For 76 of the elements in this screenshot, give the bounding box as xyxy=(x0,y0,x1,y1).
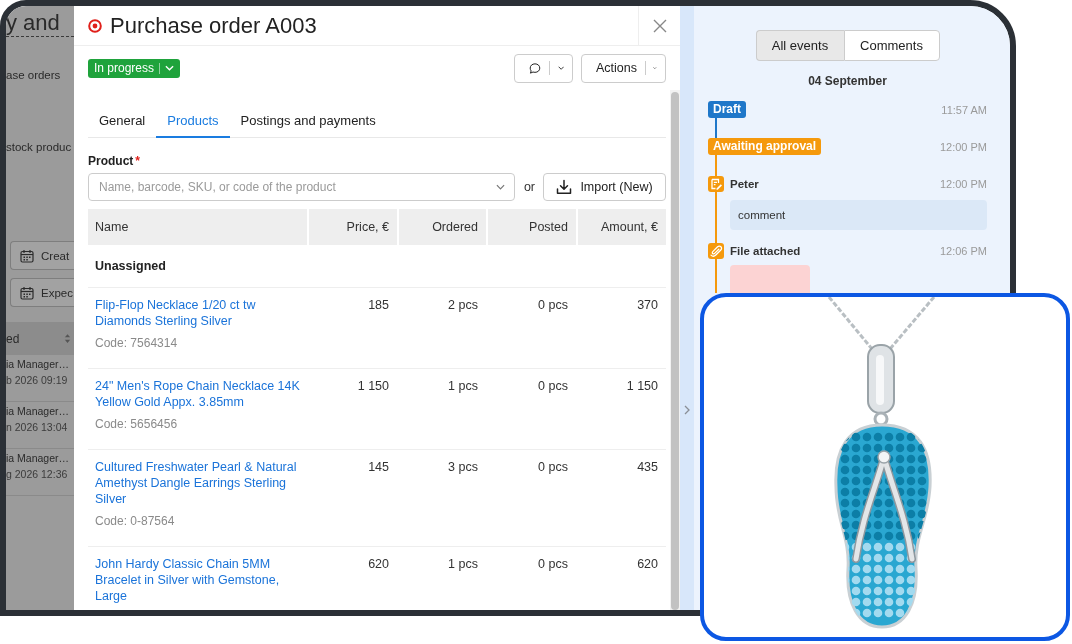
import-button[interactable]: Import (New) xyxy=(543,173,666,201)
table-cell-text: n 2026 13:04 xyxy=(6,420,68,435)
section-label: stock produc xyxy=(6,140,73,155)
tab[interactable]: Postings and payments xyxy=(229,104,387,138)
date-heading: 04 September xyxy=(807,73,888,89)
column-header[interactable]: Ordered xyxy=(399,209,486,245)
table-cell: 1 pcs xyxy=(448,379,478,393)
comment-bubble: comment xyxy=(730,200,987,230)
event-time: 12:06 PM xyxy=(939,244,987,257)
event-title: File attached xyxy=(730,244,801,257)
comment-author: Peter xyxy=(730,177,759,190)
column-header[interactable]: Amount, € xyxy=(578,209,666,245)
table-cell: 1 150 xyxy=(626,379,658,393)
table-cell-text: g 2026 12:36 xyxy=(6,467,68,482)
actions-button[interactable]: Actions xyxy=(581,53,666,83)
table-cell: 370 xyxy=(637,298,658,312)
product-link[interactable]: Flip-Flop Necklace 1/20 ct tw Diamonds Sterling Silver xyxy=(95,297,307,329)
product-link[interactable]: Cultured Freshwater Pearl & Natural Amethyst Dangle Earrings Sterling Silver xyxy=(95,459,307,507)
event-time: 12:00 PM xyxy=(939,140,987,153)
product-code: Code: 7564314 xyxy=(95,335,179,351)
table-cell: 145 xyxy=(368,460,389,474)
comment-button[interactable] xyxy=(514,53,573,83)
table-cell-text: b 2026 09:19 xyxy=(6,373,68,388)
table-cell: 1 pcs xyxy=(448,557,478,571)
note-icon xyxy=(708,175,724,192)
table-cell: 435 xyxy=(637,460,658,474)
chevron-down-icon[interactable] xyxy=(495,184,505,190)
table-cell: 3 pcs xyxy=(448,460,478,474)
date-filter-button[interactable]: Creat xyxy=(10,241,74,270)
table-cell: 0 pcs xyxy=(538,379,568,393)
status-badge: Draft xyxy=(708,101,746,118)
product-code: Code: 0-87564 xyxy=(95,513,176,529)
collapse-handle[interactable] xyxy=(680,6,694,610)
table-cell: 0 pcs xyxy=(538,460,568,474)
calendar-icon xyxy=(20,285,34,300)
table-cell: 620 xyxy=(637,557,658,571)
caret-icon xyxy=(557,65,564,71)
close-icon xyxy=(652,18,667,33)
date-filter-button[interactable]: Expec xyxy=(10,278,74,307)
column-header[interactable]: Posted xyxy=(488,209,576,245)
event-time: 11:57 AM xyxy=(941,103,987,116)
table-cell: 0 pcs xyxy=(538,557,568,571)
table-cell: 2 pcs xyxy=(448,298,478,312)
calendar-icon xyxy=(20,248,34,263)
table-cell-text: ia Manager… xyxy=(6,404,70,419)
table-cell-text: ia Manager… xyxy=(6,357,70,372)
status-badge: Awaiting approval xyxy=(708,138,822,155)
column-header[interactable]: Name xyxy=(88,209,307,245)
window-title: Purchase order A003 xyxy=(110,12,317,39)
product-link[interactable]: John Hardy Classic Chain 5MM Bracelet in Silver with Gemstone, Large xyxy=(95,556,307,604)
file-thumbnail[interactable] xyxy=(730,265,810,293)
event-time: 12:00 PM xyxy=(939,177,987,190)
column-header: ed xyxy=(6,331,20,346)
paperclip-icon xyxy=(708,242,724,259)
breadcrumb-text: ase orders xyxy=(6,68,62,83)
table-cell: 185 xyxy=(368,298,389,312)
product-code: Code: 5656456 xyxy=(95,416,179,432)
filter-tab[interactable]: All events xyxy=(755,30,844,61)
sort-icon[interactable] xyxy=(64,333,71,344)
or-label: or xyxy=(523,180,535,194)
product-search-field[interactable]: Name, barcode, SKU, or code of the product xyxy=(88,173,515,201)
target-icon xyxy=(88,18,102,33)
tab[interactable]: General xyxy=(88,104,157,138)
product-link[interactable]: 24" Men's Rope Chain Necklace 14K Yellow Gold Appx. 3.85mm xyxy=(95,378,307,410)
caret-icon xyxy=(165,65,175,71)
tab[interactable]: Products xyxy=(156,104,230,138)
field-label: Product * xyxy=(88,154,141,168)
table-cell-text: ia Manager… xyxy=(6,451,70,466)
download-icon xyxy=(556,179,573,195)
table-cell: 620 xyxy=(368,557,389,571)
column-header[interactable]: Price, € xyxy=(309,209,397,245)
filter-tab[interactable]: Comments xyxy=(843,30,940,61)
chevron-right-icon xyxy=(684,405,690,415)
table-cell: 1 150 xyxy=(357,379,389,393)
group-title: Unassigned xyxy=(95,259,166,273)
table-cell: 0 pcs xyxy=(538,298,568,312)
